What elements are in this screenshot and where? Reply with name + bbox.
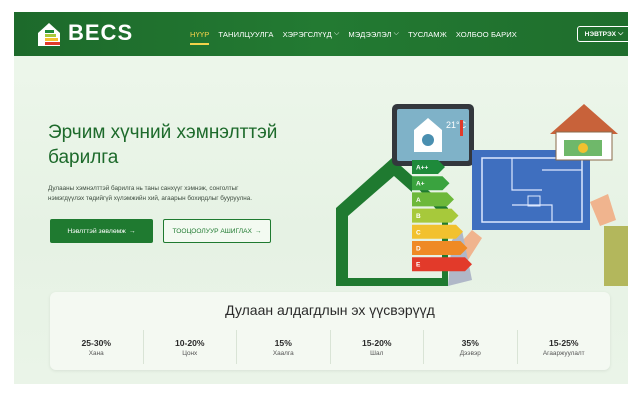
nav-tools[interactable]: ХЭРЭГСЛҮҮД ⌵	[283, 30, 340, 39]
stat-windows: 10-20% Цонх	[144, 330, 237, 364]
energy-class-label: E	[416, 262, 421, 269]
energy-class-label: C	[416, 229, 421, 236]
stat-value: 15-25%	[548, 337, 579, 348]
stat-value: 10-20%	[174, 337, 205, 348]
nav-contact[interactable]: ХОЛБОО БАРИХ	[456, 30, 517, 39]
calculator-button[interactable]: ТООЦООЛУУР АШИГЛАХ →	[163, 219, 271, 243]
stat-doors: 15% Хаалга	[237, 330, 331, 364]
site-frame: BECS НҮҮР ТАНИЛЦУУЛГА ХЭРЭГСЛҮҮД ⌵ МЭДЭЭЛ…	[14, 12, 628, 384]
page: BECS НҮҮР ТАНИЛЦУУЛГА ХЭРЭГСЛҮҮД ⌵ МЭДЭЭЛ…	[0, 0, 640, 398]
heat-loss-title: Дулаан алдагдлын эх үүсвэрүүд	[225, 302, 435, 318]
energy-class-bar	[412, 257, 472, 272]
stat-value: 25-30%	[81, 337, 112, 348]
blueprint-icon	[472, 150, 590, 230]
right-hand-icon	[590, 194, 616, 226]
svg-text:21°C: 21°C	[446, 120, 467, 130]
hero-description: Дулааны хэмнэлттэй барилга нь таны санхү…	[48, 184, 338, 204]
energy-efficiency-illustration: 21°C A++ A+ A B C D E	[336, 104, 628, 286]
stat-value: 35%	[461, 337, 479, 348]
heat-loss-stats: 25-30% Хана 10-20% Цонх 15% Хаалга 15-20…	[50, 330, 610, 364]
hero-title-line2: барилга	[48, 147, 119, 168]
recommendation-button[interactable]: Нэвлттэй зөвлөмж →	[50, 219, 153, 243]
hero-description-line1: Дулааны хэмнэлттэй барилга нь таны санхү…	[48, 185, 239, 192]
stat-label: Хана	[88, 349, 104, 357]
nav-home[interactable]: НҮҮР	[190, 30, 210, 45]
brand-name[interactable]: BECS	[68, 20, 133, 46]
recommendation-button-label: Нэвлттэй зөвлөмж	[67, 227, 126, 235]
nav-info[interactable]: МЭДЭЭЛЭЛ ⌵	[348, 30, 399, 39]
stat-value: 15-20%	[361, 337, 392, 348]
login-button[interactable]: НЭВТРЭХ ⌵	[577, 26, 628, 42]
stat-ventilation: 15-25% Агааржуулалт	[518, 330, 611, 364]
energy-class-label: A++	[416, 165, 428, 172]
hero-title-line1: Эрчим хүчний хэмнэлттэй	[48, 122, 278, 143]
tablet-thermostat-icon: 21°C	[392, 104, 474, 166]
login-label: НЭВТРЭХ	[584, 30, 616, 38]
chevron-down-icon: ⌵	[333, 30, 340, 37]
stat-walls: 25-30% Хана	[50, 330, 144, 364]
stat-roof: 35% Дээвэр	[424, 330, 518, 364]
stat-floor: 15-20% Шал	[331, 330, 424, 364]
calculator-button-label: ТООЦООЛУУР АШИГЛАХ	[172, 227, 252, 235]
arrow-right-icon: →	[254, 227, 262, 235]
stat-label: Хаалга	[272, 349, 294, 357]
main-nav: НҮҮР ТАНИЛЦУУЛГА ХЭРЭГСЛҮҮД ⌵ МЭДЭЭЛЭЛ ⌵ Т…	[190, 12, 517, 56]
stat-label: Цонх	[182, 349, 198, 357]
stat-label: Дээвэр	[459, 349, 481, 357]
heat-loss-card: Дулаан алдагдлын эх үүсвэрүүд 25-30% Хан…	[50, 292, 610, 370]
arrow-right-icon: →	[128, 227, 136, 235]
energy-class-label: B	[416, 213, 421, 220]
house-logo-icon[interactable]	[36, 21, 62, 47]
hero-title: Эрчим хүчний хэмнэлттэй барилга	[48, 120, 328, 170]
energy-class-label: D	[416, 246, 421, 253]
nav-about[interactable]: ТАНИЛЦУУЛГА	[218, 30, 273, 39]
energy-class-label: A+	[416, 181, 425, 188]
energy-class-label: A	[416, 197, 421, 204]
chevron-down-icon: ⌵	[393, 30, 400, 37]
hero-description-line2: нэмэгдүүлэх төдийгүй хүлэмжийн хий, агаа…	[48, 195, 252, 202]
house-money-icon	[550, 104, 618, 161]
chevron-down-icon: ⌵	[618, 30, 624, 37]
stat-label: Шал	[370, 349, 384, 357]
stat-label: Агааржуулалт	[542, 349, 585, 357]
nav-help[interactable]: ТУСЛАМЖ	[408, 30, 447, 39]
stat-value: 15%	[274, 337, 292, 348]
navbar: BECS НҮҮР ТАНИЛЦУУЛГА ХЭРЭГСЛҮҮД ⌵ МЭДЭЭЛ…	[14, 12, 628, 56]
